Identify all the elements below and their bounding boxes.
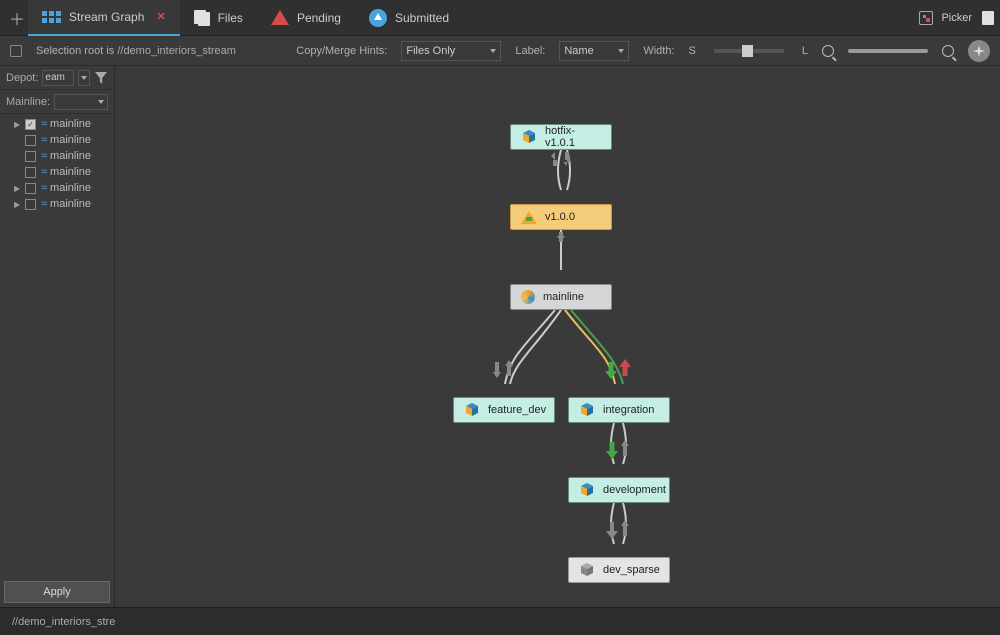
stream-icon: ≈: [41, 166, 45, 178]
expand-icon[interactable]: ▶: [14, 184, 22, 193]
tree-checkbox[interactable]: [25, 183, 36, 194]
mainline-dropdown[interactable]: [54, 94, 108, 110]
depot-row: Depot:: [0, 66, 114, 90]
stream-node-integration[interactable]: integration: [568, 397, 670, 423]
tab-label: Files: [218, 11, 243, 25]
stream-graph-canvas[interactable]: hotfix-v1.0.1 v1.0.0 mainline feature_de…: [115, 66, 1000, 607]
stream-node-mainline[interactable]: mainline: [510, 284, 612, 310]
tree-checkbox[interactable]: [25, 151, 36, 162]
stream-tree: ▶ ✓ ≈ mainline ≈ mainline ≈ mainline ≈ m…: [0, 114, 114, 581]
node-label: feature_dev: [488, 404, 546, 416]
node-label: hotfix-v1.0.1: [545, 125, 601, 149]
stream-graph-icon: [42, 11, 61, 23]
close-icon[interactable]: ✕: [156, 10, 165, 23]
release-icon: [521, 211, 537, 224]
node-label: mainline: [543, 291, 584, 303]
selection-icon[interactable]: [10, 45, 22, 57]
menu-icon[interactable]: [982, 11, 994, 25]
stream-node-release[interactable]: v1.0.0: [510, 204, 612, 230]
width-small: S: [689, 45, 696, 57]
selection-prefix: Selection root is: [36, 45, 117, 57]
tree-checkbox[interactable]: [25, 199, 36, 210]
tree-row[interactable]: ≈ mainline: [0, 148, 114, 164]
copy-merge-label: Copy/Merge Hints:: [296, 45, 387, 57]
stream-node-feature[interactable]: feature_dev: [453, 397, 555, 423]
stream-icon: ≈: [41, 198, 45, 210]
cube-icon: [464, 402, 480, 418]
cube-icon: [521, 129, 537, 145]
stream-icon: ≈: [41, 182, 45, 194]
status-path: //demo_interiors_stre: [12, 616, 115, 628]
picker-icon: [919, 11, 933, 25]
width-label: Width:: [643, 45, 674, 57]
mainline-label: Mainline:: [6, 96, 50, 108]
tab-label: Pending: [297, 11, 341, 25]
label-dropdown[interactable]: Name: [559, 41, 629, 61]
cube-icon: [579, 402, 595, 418]
files-icon: [194, 10, 210, 26]
stream-node-development[interactable]: development: [568, 477, 670, 503]
tab-files[interactable]: Files: [180, 0, 257, 36]
picker-button[interactable]: Picker: [909, 11, 982, 25]
graph-toolbar: Selection root is //demo_interiors_strea…: [0, 36, 1000, 66]
expand-icon[interactable]: ▶: [14, 200, 22, 209]
depot-label: Depot:: [6, 72, 38, 84]
submitted-icon: [369, 9, 387, 27]
zoom-in-icon[interactable]: [942, 45, 954, 57]
add-tab-button[interactable]: ＋: [6, 7, 28, 29]
zoom-slider[interactable]: [848, 49, 928, 53]
zoom-out-icon[interactable]: [822, 45, 834, 57]
mainline-row: Mainline:: [0, 90, 114, 114]
depot-dropdown[interactable]: [78, 70, 90, 86]
width-large: L: [802, 45, 808, 57]
status-bar: //demo_interiors_stre: [0, 607, 1000, 635]
tree-checkbox[interactable]: ✓: [25, 119, 36, 130]
apply-button[interactable]: Apply: [4, 581, 110, 603]
graph-prefs-button[interactable]: [968, 40, 990, 62]
cube-icon: [579, 562, 595, 578]
depot-input[interactable]: [42, 70, 74, 86]
stream-icon: ≈: [41, 118, 45, 130]
tab-submitted[interactable]: Submitted: [355, 0, 463, 36]
node-label: dev_sparse: [603, 564, 660, 576]
label-label: Label:: [515, 45, 545, 57]
stream-icon: ≈: [41, 134, 45, 146]
filter-icon[interactable]: [94, 71, 108, 85]
tree-row[interactable]: ≈ mainline: [0, 164, 114, 180]
tree-row[interactable]: ≈ mainline: [0, 132, 114, 148]
selection-root-path: //demo_interiors_stream: [117, 45, 236, 57]
tab-pending[interactable]: Pending: [257, 0, 355, 36]
tree-row[interactable]: ▶ ✓ ≈ mainline: [0, 116, 114, 132]
tree-row[interactable]: ▶ ≈ mainline: [0, 180, 114, 196]
stream-icon: ≈: [41, 150, 45, 162]
tab-label: Submitted: [395, 11, 449, 25]
node-label: integration: [603, 404, 654, 416]
mainline-icon: [521, 290, 535, 304]
tree-checkbox[interactable]: [25, 167, 36, 178]
tab-label: Stream Graph: [69, 10, 144, 24]
stream-node-hotfix[interactable]: hotfix-v1.0.1: [510, 124, 612, 150]
stream-tree-panel: Depot: Mainline: ▶ ✓ ≈ mainline ≈ mainli…: [0, 66, 115, 607]
top-tab-bar: ＋ Stream Graph ✕ Files Pending Submitted…: [0, 0, 1000, 36]
node-label: development: [603, 484, 666, 496]
tree-checkbox[interactable]: [25, 135, 36, 146]
pending-icon: [271, 10, 289, 25]
width-slider[interactable]: [714, 49, 784, 53]
picker-label: Picker: [941, 12, 972, 24]
cube-icon: [579, 482, 595, 498]
tree-row[interactable]: ▶ ≈ mainline: [0, 196, 114, 212]
node-label: v1.0.0: [545, 211, 575, 223]
expand-icon[interactable]: ▶: [14, 120, 22, 129]
tab-stream-graph[interactable]: Stream Graph ✕: [28, 0, 180, 36]
copy-merge-dropdown[interactable]: Files Only: [401, 41, 501, 61]
stream-node-sparse[interactable]: dev_sparse: [568, 557, 670, 583]
